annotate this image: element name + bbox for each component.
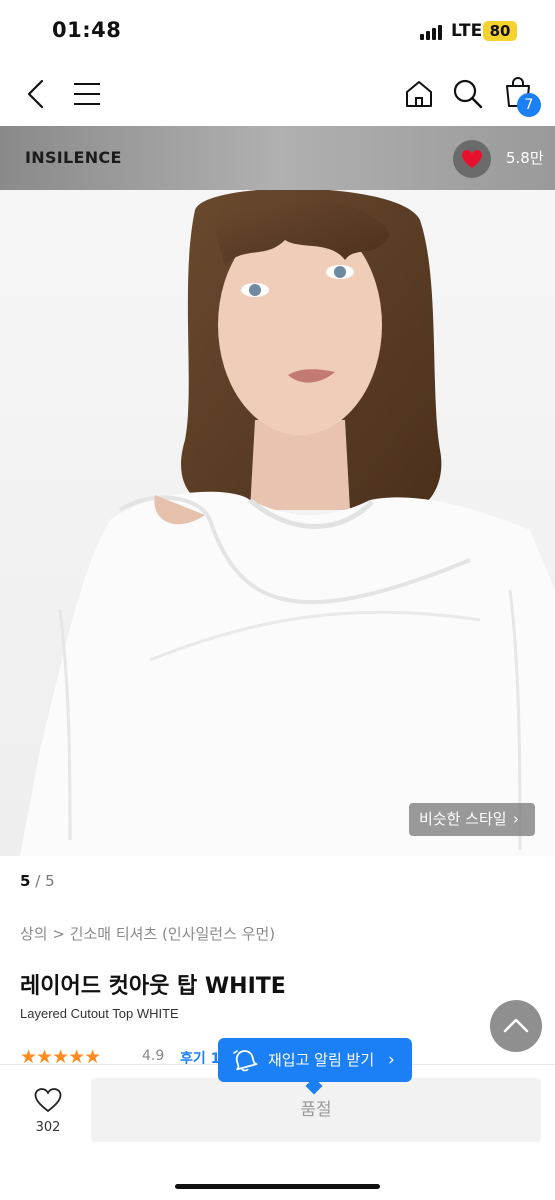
- similar-style-button[interactable]: 비슷한 스타일 ›: [409, 803, 535, 836]
- like-count: 302: [35, 1120, 61, 1135]
- pager-current: 5: [20, 872, 31, 890]
- status-time: 01:48: [52, 18, 122, 42]
- heart-icon: [462, 150, 482, 168]
- similar-style-label: 비슷한 스타일: [419, 810, 507, 828]
- battery-indicator: 80: [483, 21, 517, 41]
- search-icon[interactable]: [452, 78, 484, 110]
- product-photo: [0, 190, 555, 856]
- status-bar: 01:48 LTE 80: [0, 0, 555, 62]
- brand-like-button[interactable]: [453, 140, 491, 178]
- restock-alert-button[interactable]: 재입고 알림 받기 ›: [218, 1038, 412, 1095]
- breadcrumb[interactable]: 상의 > 긴소매 티셔츠 (인사일런스 우먼): [20, 923, 275, 944]
- home-icon[interactable]: [404, 79, 434, 109]
- pager-separator: /: [35, 872, 41, 890]
- rating-stars: ★★★★★: [20, 1046, 101, 1064]
- cart-count-badge: 7: [517, 93, 541, 117]
- bell-icon: [233, 1050, 258, 1072]
- brand-name[interactable]: INSILENCE: [25, 148, 122, 167]
- pager-total: 5: [45, 872, 55, 890]
- menu-icon[interactable]: [72, 80, 102, 108]
- rating-value: 4.9: [142, 1048, 165, 1064]
- chevron-right-icon: ›: [513, 810, 519, 828]
- signal-icon: [420, 24, 446, 40]
- image-pager: 5 / 5: [20, 872, 55, 890]
- product-title: 레이어드 컷아웃 탑 WHITE: [20, 974, 286, 999]
- scroll-to-top-button[interactable]: [490, 1000, 542, 1052]
- brand-like-count: 5.8만: [506, 149, 544, 167]
- product-title-en: Layered Cutout Top WHITE: [20, 1006, 179, 1021]
- chevron-up-icon: [503, 1018, 529, 1033]
- like-heart-icon[interactable]: [33, 1086, 63, 1114]
- restock-alert-label: 재입고 알림 받기: [268, 1051, 375, 1069]
- chevron-right-icon: ›: [388, 1050, 395, 1070]
- back-arrow-icon[interactable]: [24, 78, 50, 110]
- network-label: LTE: [451, 21, 483, 41]
- review-link[interactable]: 후기 1: [180, 1048, 220, 1065]
- home-indicator: [175, 1184, 380, 1189]
- product-image[interactable]: [0, 190, 555, 856]
